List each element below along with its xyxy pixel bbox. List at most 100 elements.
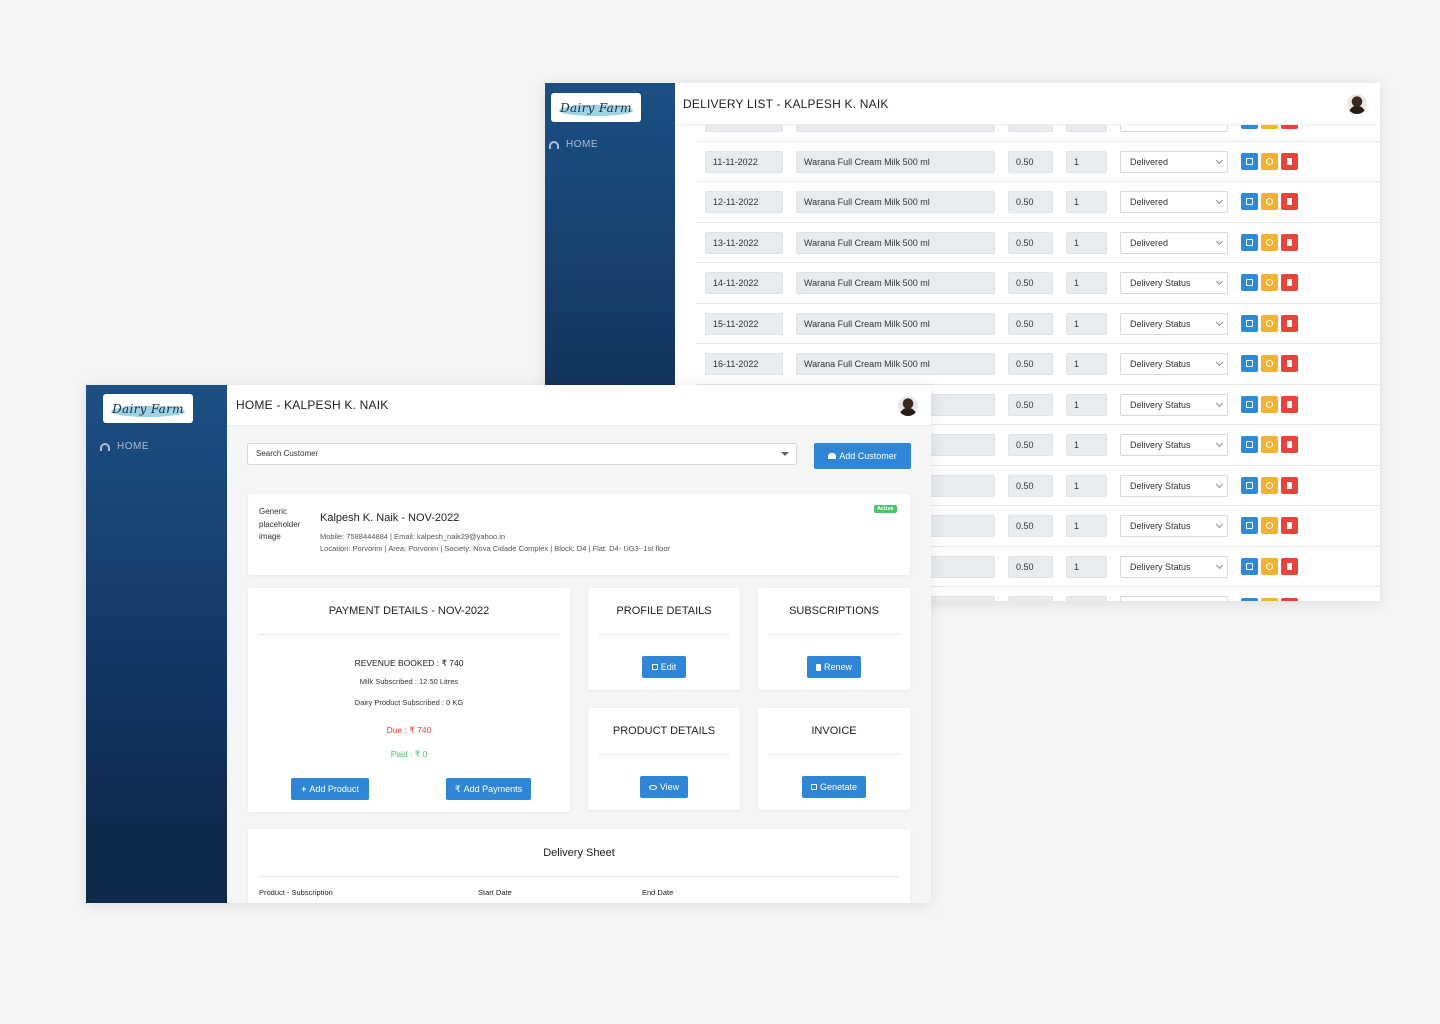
- edit-button[interactable]: [1241, 233, 1258, 251]
- quantity-field[interactable]: 1: [1066, 515, 1107, 537]
- edit-button[interactable]: [1241, 476, 1258, 494]
- rate-field[interactable]: 0.50: [1008, 434, 1053, 456]
- edit-button[interactable]: [1241, 395, 1258, 413]
- pause-button[interactable]: [1261, 436, 1278, 453]
- delivery-status-select[interactable]: Delivery Status: [1120, 555, 1228, 578]
- delivery-status-select[interactable]: Delivery Status: [1120, 393, 1228, 416]
- quantity-field[interactable]: 1: [1066, 555, 1107, 578]
- edit-button[interactable]: [1241, 436, 1258, 453]
- edit-button[interactable]: [1241, 355, 1258, 372]
- date-field[interactable]: 13-11-2022: [705, 231, 783, 254]
- table-row: 12-11-2022 Warana Full Cream Milk 500 ml 0…: [697, 182, 1380, 223]
- pause-button[interactable]: [1261, 557, 1278, 575]
- rate-field[interactable]: 0.50: [1008, 393, 1053, 416]
- date-field[interactable]: 11-11-2022: [705, 150, 783, 173]
- quantity-field[interactable]: 1: [1066, 150, 1107, 173]
- delivery-status-select[interactable]: Delivered: [1120, 191, 1228, 213]
- delivery-status-select[interactable]: Delivery Status: [1120, 515, 1228, 537]
- product-field[interactable]: Warana Full Cream Milk 500 ml: [796, 231, 995, 254]
- delete-button[interactable]: [1281, 193, 1298, 210]
- product-field[interactable]: Warana Full Cream Milk 500 ml: [796, 353, 995, 375]
- rate-field[interactable]: 0.50: [1008, 515, 1053, 537]
- delete-button[interactable]: [1281, 152, 1298, 170]
- quantity-field[interactable]: 1: [1066, 353, 1107, 375]
- delete-button[interactable]: [1281, 598, 1298, 601]
- delivery-status-select[interactable]: Delivered: [1120, 150, 1228, 173]
- quantity-field[interactable]: 1: [1066, 393, 1107, 416]
- rate-field[interactable]: 0.50: [1008, 231, 1053, 254]
- date-field[interactable]: 16-11-2022: [705, 353, 783, 375]
- rate-field[interactable]: [1008, 596, 1053, 601]
- date-field[interactable]: 12-11-2022: [705, 191, 783, 213]
- pause-button[interactable]: [1261, 395, 1278, 413]
- delivery-status-select[interactable]: Delivery Status: [1120, 353, 1228, 375]
- delivery-status-select[interactable]: Delivery Status: [1120, 272, 1228, 294]
- pause-button[interactable]: [1261, 517, 1278, 534]
- search-customer-select[interactable]: Search Customer: [247, 443, 797, 465]
- delete-button[interactable]: [1281, 395, 1298, 413]
- product-field[interactable]: Warana Full Cream Milk 500 ml: [796, 191, 995, 213]
- view-products-button[interactable]: View: [640, 776, 688, 798]
- delivery-status-select[interactable]: Delivery Status: [1120, 312, 1228, 335]
- quantity-field[interactable]: [1066, 596, 1107, 601]
- delete-button[interactable]: [1281, 436, 1298, 453]
- add-product-button[interactable]: + Add Product: [291, 778, 369, 800]
- delete-button[interactable]: [1281, 314, 1298, 332]
- rate-field[interactable]: 0.50: [1008, 474, 1053, 497]
- product-field[interactable]: Warana Full Cream Milk 500 ml: [796, 272, 995, 294]
- edit-button[interactable]: [1241, 517, 1258, 534]
- pause-button[interactable]: [1261, 152, 1278, 170]
- view-label: View: [659, 782, 680, 792]
- delivery-status-select[interactable]: Delivery Status: [1120, 434, 1228, 456]
- add-payments-button[interactable]: ₹ Add Payments: [446, 778, 531, 800]
- add-customer-button[interactable]: Add Customer: [814, 443, 911, 469]
- quantity-field[interactable]: 1: [1066, 231, 1107, 254]
- delete-button[interactable]: [1281, 355, 1298, 372]
- quantity-field[interactable]: 1: [1066, 312, 1107, 335]
- quantity-field[interactable]: 1: [1066, 272, 1107, 294]
- quantity-field[interactable]: 1: [1066, 434, 1107, 456]
- quantity-field[interactable]: 1: [1066, 474, 1107, 497]
- delivery-status-select[interactable]: [1120, 596, 1228, 601]
- edit-button[interactable]: [1241, 274, 1258, 291]
- sidebar-item-home[interactable]: HOME: [549, 139, 598, 150]
- sidebar-item-home[interactable]: HOME: [100, 441, 149, 452]
- pause-button[interactable]: [1261, 233, 1278, 251]
- date-field[interactable]: 14-11-2022: [705, 272, 783, 294]
- rate-field[interactable]: 0.50: [1008, 312, 1053, 335]
- edit-button[interactable]: [1241, 152, 1258, 170]
- delete-button[interactable]: [1281, 476, 1298, 494]
- delete-button[interactable]: [1281, 233, 1298, 251]
- rate-field[interactable]: 0.50: [1008, 150, 1053, 173]
- rate-field[interactable]: 0.50: [1008, 191, 1053, 213]
- date-field[interactable]: 15-11-2022: [705, 312, 783, 335]
- pause-button[interactable]: [1261, 598, 1278, 601]
- generate-invoice-button[interactable]: Genetate: [802, 776, 866, 798]
- delivery-status-select[interactable]: Delivered: [1120, 231, 1228, 254]
- rate-field[interactable]: 0.50: [1008, 353, 1053, 375]
- dairy-farm-logo[interactable]: Dairy Farm: [551, 93, 641, 122]
- pause-button[interactable]: [1261, 314, 1278, 332]
- edit-button[interactable]: [1241, 193, 1258, 210]
- edit-profile-button[interactable]: Edit: [642, 656, 686, 678]
- edit-button[interactable]: [1241, 314, 1258, 332]
- user-avatar[interactable]: [1347, 94, 1367, 114]
- product-field[interactable]: Warana Full Cream Milk 500 ml: [796, 150, 995, 173]
- delivery-status-select[interactable]: Delivery Status: [1120, 474, 1228, 497]
- quantity-field[interactable]: 1: [1066, 191, 1107, 213]
- pause-button[interactable]: [1261, 476, 1278, 494]
- delete-button[interactable]: [1281, 274, 1298, 291]
- product-field[interactable]: Warana Full Cream Milk 500 ml: [796, 312, 995, 335]
- rate-field[interactable]: 0.50: [1008, 272, 1053, 294]
- delete-button[interactable]: [1281, 557, 1298, 575]
- edit-button[interactable]: [1241, 557, 1258, 575]
- delete-button[interactable]: [1281, 517, 1298, 534]
- renew-button[interactable]: Renew: [807, 656, 861, 678]
- rate-field[interactable]: 0.50: [1008, 555, 1053, 578]
- edit-button[interactable]: [1241, 598, 1258, 601]
- pause-button[interactable]: [1261, 193, 1278, 210]
- pause-button[interactable]: [1261, 274, 1278, 291]
- dairy-farm-logo[interactable]: Dairy Farm: [103, 394, 193, 423]
- user-avatar[interactable]: [898, 396, 918, 416]
- pause-button[interactable]: [1261, 355, 1278, 372]
